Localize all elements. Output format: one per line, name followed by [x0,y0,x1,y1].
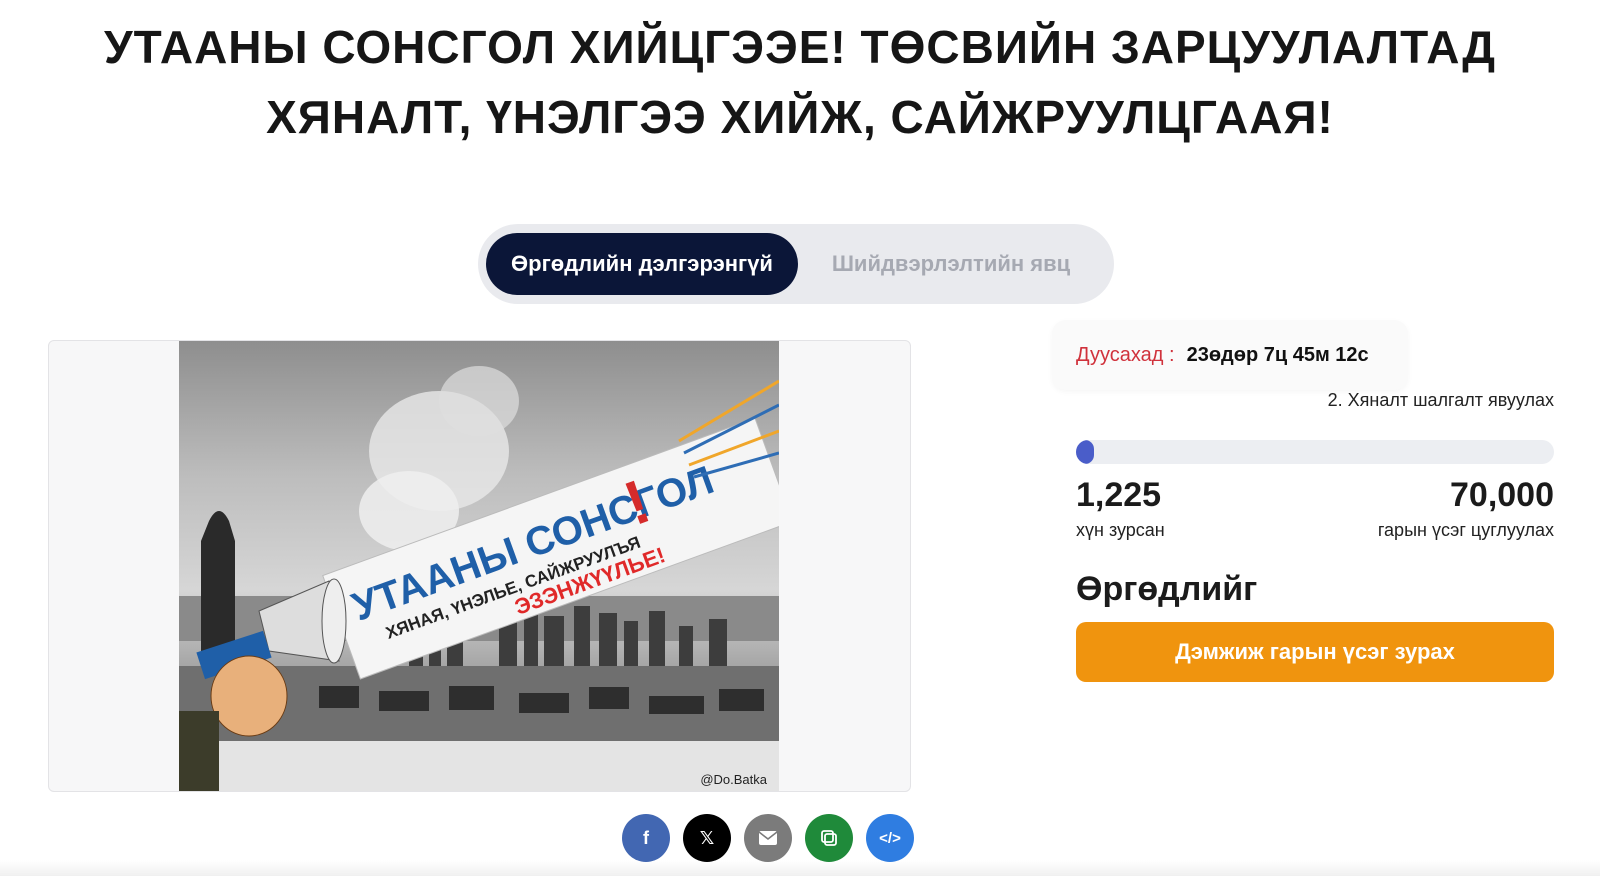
signature-count: 1,225 [1076,476,1162,514]
countdown-label: Дуусахад : [1076,343,1175,366]
email-icon [758,831,778,845]
signature-count-label: хүн зурсан [1076,520,1165,540]
copy-link-button[interactable] [805,814,853,862]
petition-image-card: УТААНЫ СОНСГОЛ ! ХЯНАЯ, ҮНЭЛЬЕ, САЙЖРУУЛ… [48,340,911,792]
facebook-icon: f [643,827,649,848]
facebook-share-button[interactable]: f [622,814,670,862]
tab-bar: Өргөдлийн дэлгэрэнгүй Шийдвэрлэлтийн явц [478,224,1114,304]
bottom-shade [0,860,1600,876]
tab-petition-details[interactable]: Өргөдлийн дэлгэрэнгүй [486,233,798,295]
page-title-line-2: ХЯНАЛТ, ҮНЭЛГЭЭ ХИЙЖ, САЙЖРУУЛЦГААЯ! [266,91,1334,143]
copy-icon [821,830,837,846]
petition-heading: Өргөдлийг [1076,570,1258,608]
page-title: УТААНЫ СОНСГОЛ ХИЙЦГЭЭЕ! ТӨСВИЙН ЗАРЦУУЛ… [0,12,1600,152]
countdown-box: Дуусахад : 23өдөр 7ц 45м 12с [1052,320,1408,390]
embed-button[interactable]: </> [866,814,914,862]
embed-icon: </> [879,829,901,847]
x-icon: 𝕏 [699,827,715,848]
signature-goal: 70,000 [1450,476,1554,514]
signature-progress-fill [1076,440,1094,464]
tab-resolution-progress[interactable]: Шийдвэрлэлтийн явц [798,233,1104,295]
sign-petition-button[interactable]: Дэмжиж гарын үсэг зурах [1076,622,1554,682]
page-title-line-1: УТААНЫ СОНСГОЛ ХИЙЦГЭЭЕ! ТӨСВИЙН ЗАРЦУУЛ… [104,21,1496,73]
poster-credit: @Do.Batka [700,772,767,787]
email-share-button[interactable] [744,814,792,862]
current-stage: 2. Хяналт шалгалт явуулах [1327,390,1554,410]
share-buttons: f 𝕏 </> [622,814,914,862]
countdown-value: 23өдөр 7ц 45м 12с [1186,343,1369,366]
x-share-button[interactable]: 𝕏 [683,814,731,862]
signature-progress-bar [1076,440,1554,464]
poster-illustration: УТААНЫ СОНСГОЛ ! ХЯНАЯ, ҮНЭЛЬЕ, САЙЖРУУЛ… [179,366,779,791]
signature-goal-label: гарын үсэг цуглуулах [1377,520,1554,540]
petition-poster-image: УТААНЫ СОНСГОЛ ! ХЯНАЯ, ҮНЭЛЬЕ, САЙЖРУУЛ… [179,341,779,791]
